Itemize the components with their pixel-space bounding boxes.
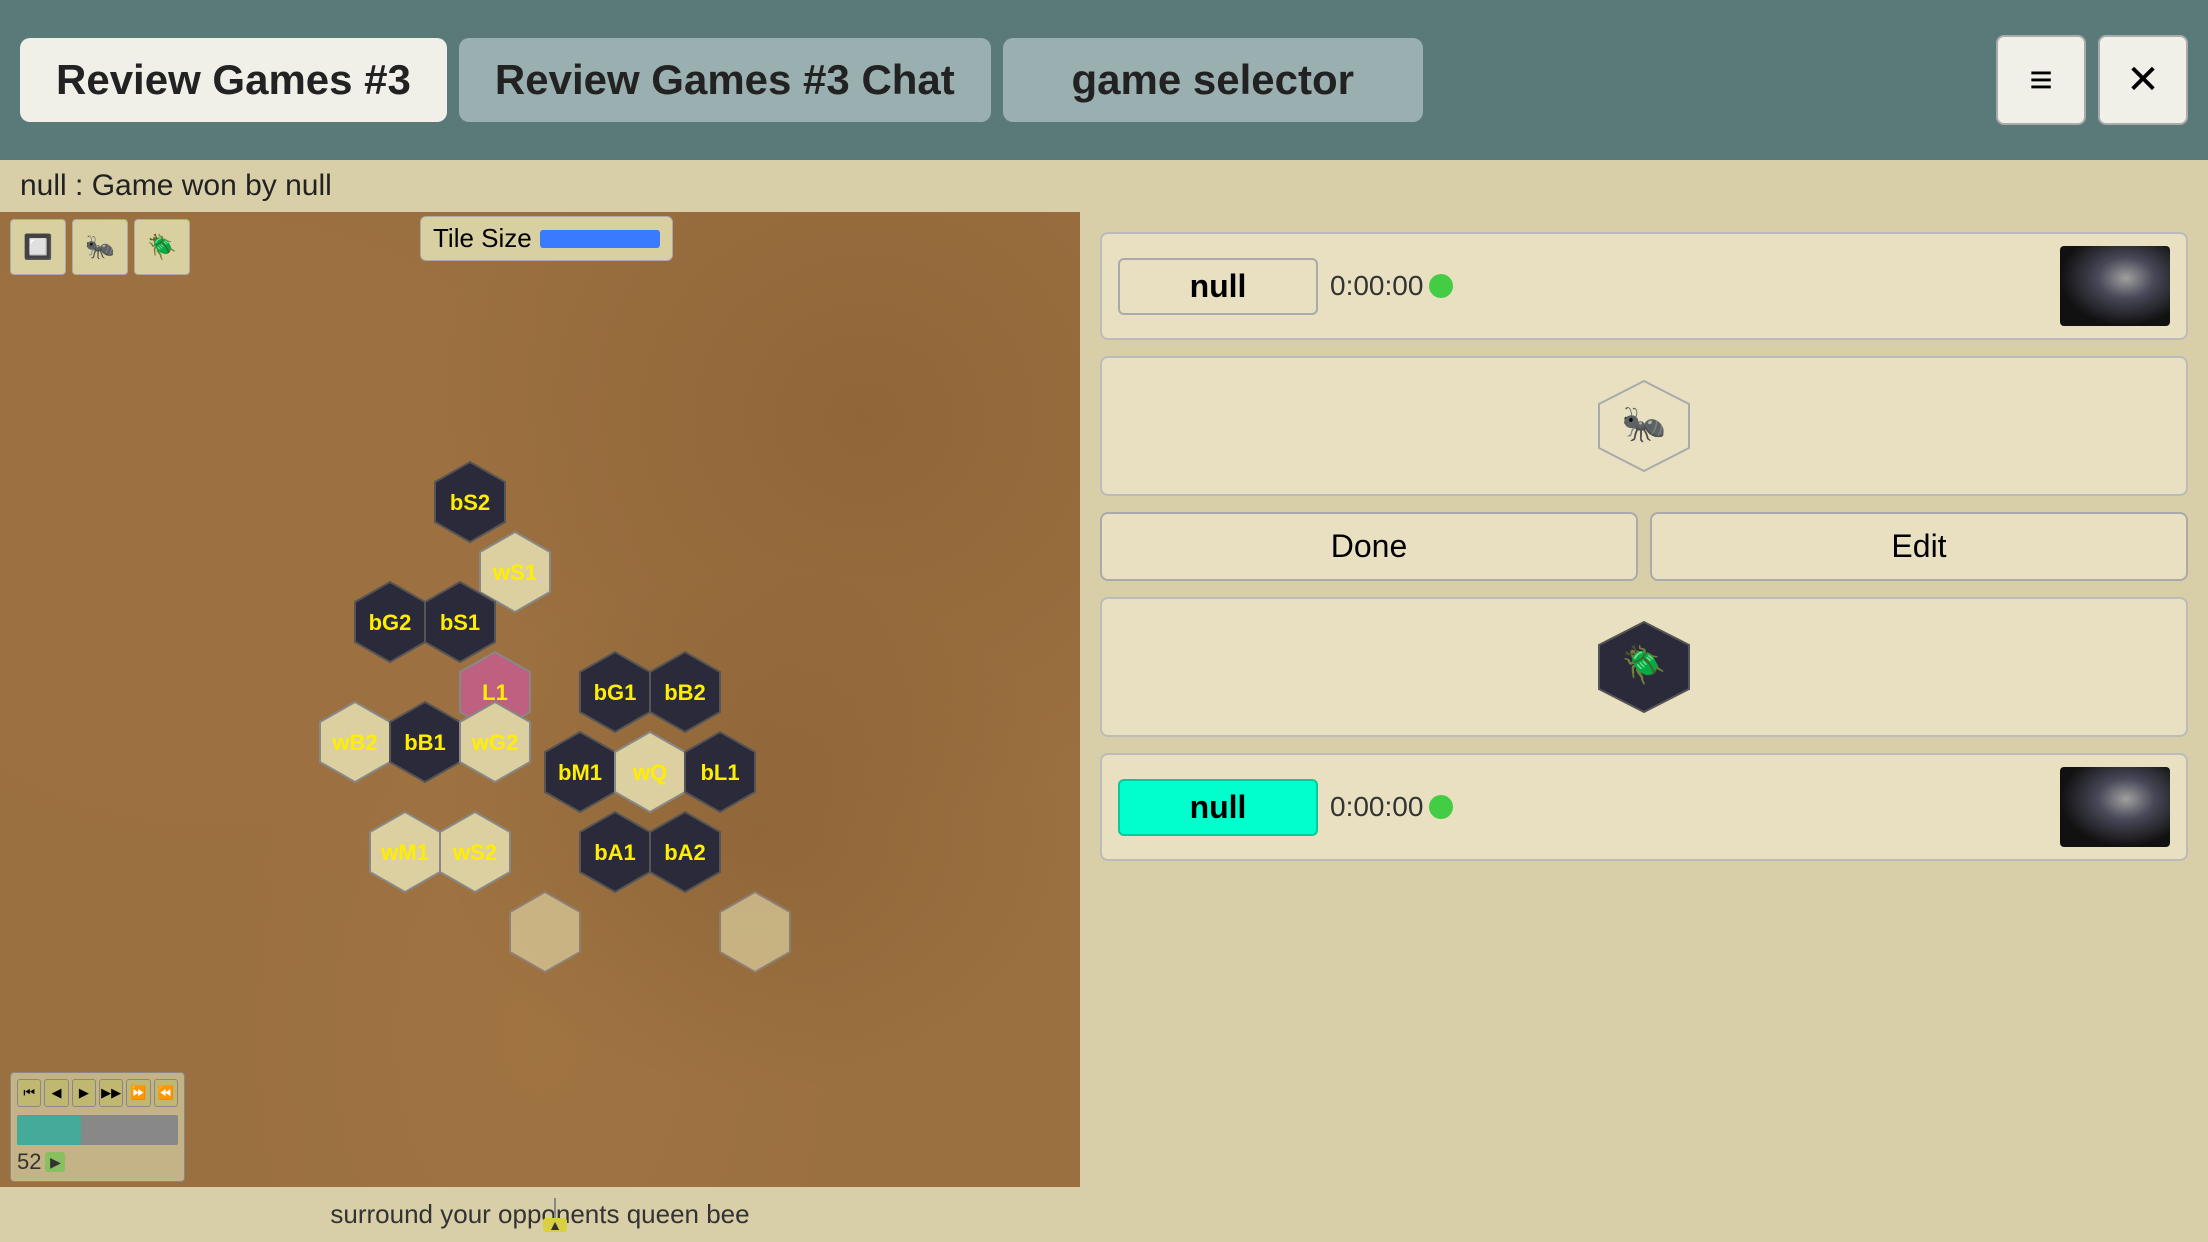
player2-time: 0:00:00	[1330, 791, 1423, 823]
progress-bar[interactable]	[17, 1115, 178, 1145]
svg-text:wS1: wS1	[492, 560, 537, 585]
svg-text:bS2: bS2	[450, 490, 490, 515]
tab-game-selector[interactable]: game selector	[1003, 38, 1423, 122]
svg-text:wS2: wS2	[452, 840, 497, 865]
player2-status-dot	[1429, 795, 1453, 819]
svg-text:bA1: bA1	[594, 840, 636, 865]
prev-button[interactable]: ◀	[44, 1079, 68, 1107]
svg-text:bS1: bS1	[440, 610, 480, 635]
svg-text:wQ: wQ	[632, 760, 667, 785]
play-button[interactable]: ▶	[72, 1079, 96, 1107]
svg-text:wG2: wG2	[471, 730, 518, 755]
status-bar: null : Game won by null	[0, 160, 2208, 212]
svg-text:🪲: 🪲	[1622, 644, 1667, 686]
hex-board-svg: bS2 wS1 bG2 bS1 L1 wB2 bB1 wG2 b	[0, 212, 1080, 1192]
svg-text:wB2: wB2	[331, 730, 377, 755]
player1-card: null 0:00:00	[1100, 232, 2188, 340]
player1-avatar	[2060, 246, 2170, 326]
menu-button[interactable]: ≡	[1996, 35, 2086, 125]
header: Review Games #3 Review Games #3 Chat gam…	[0, 0, 2208, 160]
player1-name-button[interactable]: null	[1118, 258, 1318, 315]
player1-status-dot	[1429, 274, 1453, 298]
svg-text:🐜: 🐜	[1622, 403, 1667, 444]
bottom-bar: surround your opponents queen bee ▲	[0, 1187, 1080, 1242]
svg-text:bL1: bL1	[700, 760, 739, 785]
progress-fill	[17, 1115, 81, 1145]
svg-text:bG2: bG2	[369, 610, 412, 635]
main-content: 🔲 🐜 🪲 Tile Size bS2 wS1 bG2 bS1	[0, 212, 2208, 1242]
piece-preview-white: 🐜	[1100, 356, 2188, 496]
svg-text:bA2: bA2	[664, 840, 706, 865]
slider-indicator: ▲	[540, 1198, 570, 1234]
svg-text:bG1: bG1	[594, 680, 637, 705]
status-text: null : Game won by null	[20, 169, 332, 203]
svg-text:bM1: bM1	[558, 760, 602, 785]
game-board[interactable]: 🔲 🐜 🪲 Tile Size bS2 wS1 bG2 bS1	[0, 212, 1080, 1242]
tab-review-games[interactable]: Review Games #3	[20, 38, 447, 122]
done-button[interactable]: Done	[1100, 512, 1638, 581]
piece-preview-dark: 🪲	[1100, 597, 2188, 737]
player2-card: null 0:00:00	[1100, 753, 2188, 861]
move-number: 52	[17, 1149, 41, 1175]
close-button[interactable]: ✕	[2098, 35, 2188, 125]
player1-time: 0:00:00	[1330, 270, 1423, 302]
fast-forward-button[interactable]: ⏩	[126, 1079, 150, 1107]
fast-back-button[interactable]: ⏪	[154, 1079, 178, 1107]
piece-preview-svg: 🐜	[1584, 376, 1704, 476]
tab-review-games-chat[interactable]: Review Games #3 Chat	[459, 38, 991, 122]
edit-button[interactable]: Edit	[1650, 512, 2188, 581]
right-panel: null 0:00:00 🐜 Done Edit 🪲	[1080, 212, 2208, 1242]
move-arrow[interactable]: ▶	[45, 1152, 65, 1172]
player2-avatar	[2060, 767, 2170, 847]
svg-text:wM1: wM1	[380, 840, 429, 865]
piece-preview-dark-svg: 🪲	[1584, 617, 1704, 717]
action-row: Done Edit	[1100, 512, 2188, 581]
svg-text:bB1: bB1	[404, 730, 446, 755]
player2-name-button[interactable]: null	[1118, 779, 1318, 836]
next-button[interactable]: ▶▶	[99, 1079, 123, 1107]
skip-start-button[interactable]: ⏮	[17, 1079, 41, 1107]
playback-controls: ⏮ ◀ ▶ ▶▶ ⏩ ⏪ 52 ▶	[10, 1072, 185, 1182]
svg-text:bB2: bB2	[664, 680, 706, 705]
